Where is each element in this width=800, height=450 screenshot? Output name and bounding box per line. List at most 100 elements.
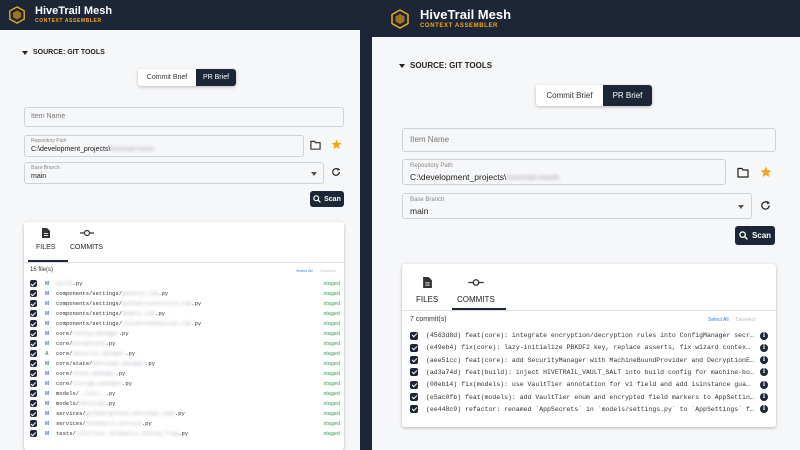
base-branch-select[interactable]: Base Branch main <box>24 162 324 184</box>
file-checkbox[interactable] <box>30 360 37 367</box>
commit-checkbox[interactable] <box>410 343 418 352</box>
file-checkbox[interactable] <box>30 430 37 437</box>
select-all-button[interactable]: Select All <box>708 317 729 323</box>
commit-checkbox[interactable] <box>410 356 418 365</box>
file-path: components/settings/notion/connection_ta… <box>56 320 201 327</box>
file-path-redacted: core/test_telemetry_dialog_flag <box>75 430 179 437</box>
folder-icon[interactable] <box>310 140 321 150</box>
file-row[interactable]: Mservices/github/github_settings_repo.py… <box>30 409 344 418</box>
file-row[interactable]: Mcore/exceptions.py staged <box>30 339 344 348</box>
scan-button[interactable]: Scan <box>735 226 775 245</box>
file-row[interactable]: Mservices/telemetry_service.py staged <box>30 419 344 428</box>
repository-path-field[interactable]: Repository Path C:\development_projects\… <box>24 135 304 157</box>
file-checkbox[interactable] <box>30 300 37 307</box>
commit-row[interactable]: (ee448c9) refactor: renamed `AppSecrets` … <box>410 404 768 415</box>
file-row[interactable]: Mcore/state_manager.py staged <box>30 369 344 378</box>
info-icon[interactable]: i <box>760 368 768 377</box>
commit-sha: (ee448c9) <box>426 405 462 413</box>
file-path-prefix: models/ <box>56 400 80 407</box>
source-section-toggle[interactable]: SOURCE: GIT TOOLS <box>399 61 492 70</box>
file-checkbox[interactable] <box>30 350 37 357</box>
file-path-redacted: build <box>56 280 73 287</box>
file-checkbox[interactable] <box>30 420 37 427</box>
scan-button[interactable]: Scan <box>310 191 344 207</box>
commit-checkbox[interactable] <box>410 331 418 340</box>
file-checkbox[interactable] <box>30 320 37 327</box>
file-path-prefix: services/ <box>56 420 86 427</box>
commit-row[interactable]: (4563d8d) feat(core): integrate encryptio… <box>410 330 768 341</box>
file-path: core/storage_manager.py <box>56 380 132 387</box>
commit-row[interactable]: (ad3a74d) feat(build): inject HIVETRAIL_V… <box>410 367 768 378</box>
commit-brief-button[interactable]: Commit Brief <box>138 69 196 86</box>
file-status-badge: M <box>45 330 50 337</box>
item-name-input[interactable]: Item Name <box>402 128 776 152</box>
file-row[interactable]: Mcore/state/settings_manager.py staged <box>30 359 344 368</box>
file-status-badge: M <box>45 410 50 417</box>
info-icon[interactable]: i <box>760 393 768 401</box>
file-row[interactable]: Mtests/core/test_telemetry_dialog_flag.p… <box>30 429 344 438</box>
commit-row[interactable]: (e49eb4) fix(core): lazy-initialize PBKDF… <box>410 342 768 353</box>
tab-commits[interactable]: COMMITS <box>70 228 103 251</box>
file-checkbox[interactable] <box>30 400 37 407</box>
refresh-icon[interactable] <box>331 167 341 177</box>
info-icon[interactable]: i <box>760 343 768 352</box>
file-path: core/security_manager.py <box>56 350 135 357</box>
file-path-redacted: __init__ <box>79 390 106 397</box>
info-icon[interactable]: i <box>760 356 768 365</box>
base-branch-select[interactable]: Base Branch main <box>402 193 752 219</box>
star-icon[interactable] <box>331 139 342 150</box>
commit-row[interactable]: (e5ac0fb) feat(models): add VaultTier enu… <box>410 392 768 403</box>
file-row[interactable]: Mmodels/settings.py staged <box>30 399 344 408</box>
file-row[interactable]: Mcomponents/settings/github/connection_t… <box>30 299 344 308</box>
file-checkbox[interactable] <box>30 310 37 317</box>
file-status-badge: M <box>45 300 50 307</box>
file-row[interactable]: Mmodels/__init__.py staged <box>30 389 344 398</box>
tab-files[interactable]: FILES <box>36 228 55 251</box>
file-checkbox[interactable] <box>30 290 37 297</box>
file-checkbox[interactable] <box>30 340 37 347</box>
staged-badge: staged <box>323 290 340 297</box>
tab-files[interactable]: FILES <box>416 277 438 304</box>
source-section-toggle[interactable]: SOURCE: GIT TOOLS <box>22 49 105 56</box>
commit-checkbox[interactable] <box>410 405 418 414</box>
commit-checkbox[interactable] <box>410 380 418 389</box>
item-name-input[interactable]: Item Name <box>24 107 344 127</box>
file-row[interactable]: Mbuild.py staged <box>30 279 344 288</box>
file-checkbox[interactable] <box>30 380 37 387</box>
file-row[interactable]: Mcomponents/settings/notion/connection_t… <box>30 319 344 328</box>
commit-checkbox[interactable] <box>410 368 418 377</box>
select-all-button[interactable]: Select All <box>296 268 312 273</box>
star-icon[interactable] <box>760 166 772 178</box>
file-status-badge: M <box>45 320 50 327</box>
repository-path-field[interactable]: Repository Path C:\development_projects\… <box>402 159 726 185</box>
refresh-icon[interactable] <box>760 200 771 211</box>
file-path-prefix: models/ <box>56 390 80 397</box>
file-checkbox[interactable] <box>30 390 37 397</box>
file-path-redacted: settings <box>79 400 106 407</box>
file-row[interactable]: Acore/security_manager.py staged <box>30 349 344 358</box>
pr-brief-button[interactable]: PR Brief <box>196 69 236 86</box>
deselect-button[interactable]: Deselect <box>320 268 336 273</box>
file-checkbox[interactable] <box>30 370 37 377</box>
file-row[interactable]: Mcomponents/settings/general_tab.py stage… <box>30 289 344 298</box>
commit-row[interactable]: (08eb14) fix(models): use VaultTier annot… <box>410 379 768 390</box>
info-icon[interactable]: i <box>760 331 768 340</box>
file-status-badge: M <box>45 280 50 287</box>
file-path-suffix: .py <box>178 430 189 437</box>
file-row[interactable]: Mcore/config_manager.py staged <box>30 329 344 338</box>
file-checkbox[interactable] <box>30 280 37 287</box>
folder-icon[interactable] <box>737 167 749 178</box>
file-checkbox[interactable] <box>30 330 37 337</box>
staged-badge: staged <box>323 360 340 367</box>
commit-row[interactable]: (aee51cc) feat(core): add SecurityManager… <box>410 355 768 366</box>
deselect-button[interactable]: Deselect <box>736 317 755 323</box>
file-row[interactable]: Mcomponents/settings/models_tab.py staged <box>30 309 344 318</box>
commit-checkbox[interactable] <box>410 393 418 401</box>
pr-brief-button[interactable]: PR Brief <box>603 85 652 106</box>
tab-commits[interactable]: COMMITS <box>457 277 495 304</box>
file-checkbox[interactable] <box>30 410 37 417</box>
info-icon[interactable]: i <box>760 380 768 389</box>
file-row[interactable]: Mcore/storage_manager.py staged <box>30 379 344 388</box>
info-icon[interactable]: i <box>760 405 768 414</box>
commit-brief-button[interactable]: Commit Brief <box>536 85 603 106</box>
